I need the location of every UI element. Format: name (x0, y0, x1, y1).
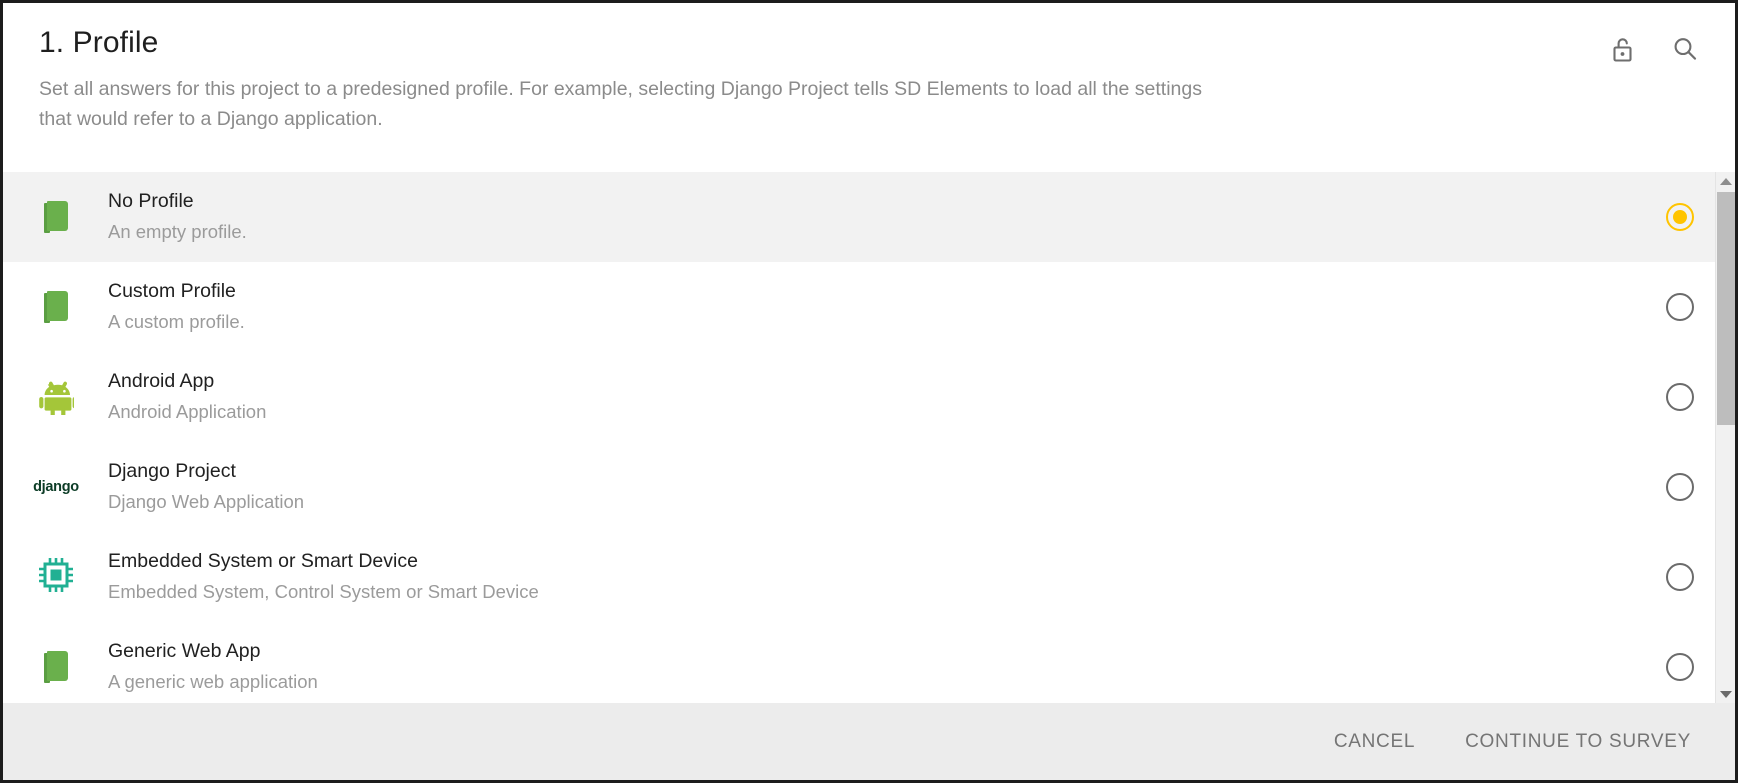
dialog-footer: CANCEL CONTINUE TO SURVEY (3, 703, 1735, 780)
profile-row-custom-profile[interactable]: Custom Profile A custom profile. (3, 262, 1735, 352)
row-text: Embedded System or Smart Device Embedded… (87, 548, 1625, 605)
row-icon: django (25, 462, 87, 512)
book-icon (44, 291, 68, 323)
radio-embedded-system[interactable] (1666, 563, 1694, 591)
android-icon (38, 375, 77, 420)
radio-android-app[interactable] (1666, 383, 1694, 411)
radio-generic-web-app[interactable] (1666, 653, 1694, 681)
dialog-header: 1. Profile Set all answers for this proj… (3, 3, 1735, 171)
profile-subtitle: Django Web Application (108, 490, 305, 512)
profile-subtitle: A generic web application (108, 670, 318, 692)
profile-title: Android App (108, 370, 215, 393)
page-description: Set all answers for this project to a pr… (39, 78, 1203, 130)
row-text: Generic Web App A generic web applicatio… (87, 638, 1625, 695)
profile-title: Generic Web App (108, 640, 261, 663)
cancel-button[interactable]: CANCEL (1316, 719, 1433, 765)
profile-title: Custom Profile (108, 280, 236, 303)
row-text: Android App Android Application (87, 368, 1625, 425)
search-icon (1671, 35, 1699, 63)
row-text: No Profile An empty profile. (87, 188, 1625, 245)
scrollbar-track[interactable] (1716, 190, 1736, 685)
vertical-scrollbar[interactable] (1715, 172, 1735, 703)
lock-icon-button[interactable] (1603, 29, 1643, 69)
profile-row-android-app[interactable]: Android App Android Application (3, 352, 1735, 442)
page-title: 1. Profile (39, 26, 159, 59)
radio-no-profile[interactable] (1666, 203, 1694, 231)
profile-row-django-project[interactable]: django Django Project Django Web Applica… (3, 442, 1735, 532)
profile-subtitle: A custom profile. (108, 310, 245, 332)
django-icon: django (33, 479, 79, 495)
book-icon (44, 651, 68, 683)
row-icon (25, 282, 87, 332)
row-icon (25, 552, 87, 602)
row-text: Django Project Django Web Application (87, 458, 1625, 515)
profile-list[interactable]: No Profile An empty profile. Custom Prof… (3, 172, 1735, 703)
search-icon-button[interactable] (1665, 29, 1705, 69)
chip-icon (36, 555, 76, 600)
lock-icon (1610, 35, 1636, 63)
book-icon (44, 201, 68, 233)
row-text: Custom Profile A custom profile. (87, 278, 1625, 335)
profile-subtitle: An empty profile. (108, 220, 247, 242)
profile-subtitle: Android Application (108, 400, 267, 422)
profile-title: Embedded System or Smart Device (108, 550, 418, 573)
profile-row-no-profile[interactable]: No Profile An empty profile. (3, 172, 1735, 262)
profile-dialog: 1. Profile Set all answers for this proj… (0, 0, 1738, 783)
profile-title: No Profile (108, 190, 194, 213)
row-icon (25, 192, 87, 242)
profile-row-generic-web-app[interactable]: Generic Web App A generic web applicatio… (3, 622, 1735, 703)
scroll-up-arrow-icon[interactable] (1716, 172, 1736, 190)
scroll-down-arrow-icon[interactable] (1716, 685, 1736, 703)
row-icon (25, 642, 87, 692)
radio-django-project[interactable] (1666, 473, 1694, 501)
profile-list-container: No Profile An empty profile. Custom Prof… (3, 171, 1735, 703)
profile-subtitle: Embedded System, Control System or Smart… (108, 580, 539, 602)
continue-to-survey-button[interactable]: CONTINUE TO SURVEY (1447, 719, 1709, 765)
scrollbar-thumb[interactable] (1716, 192, 1735, 425)
header-actions (1603, 29, 1705, 69)
profile-title: Django Project (108, 460, 236, 483)
profile-row-embedded-system[interactable]: Embedded System or Smart Device Embedded… (3, 532, 1735, 622)
radio-custom-profile[interactable] (1666, 293, 1694, 321)
row-icon (25, 372, 87, 422)
